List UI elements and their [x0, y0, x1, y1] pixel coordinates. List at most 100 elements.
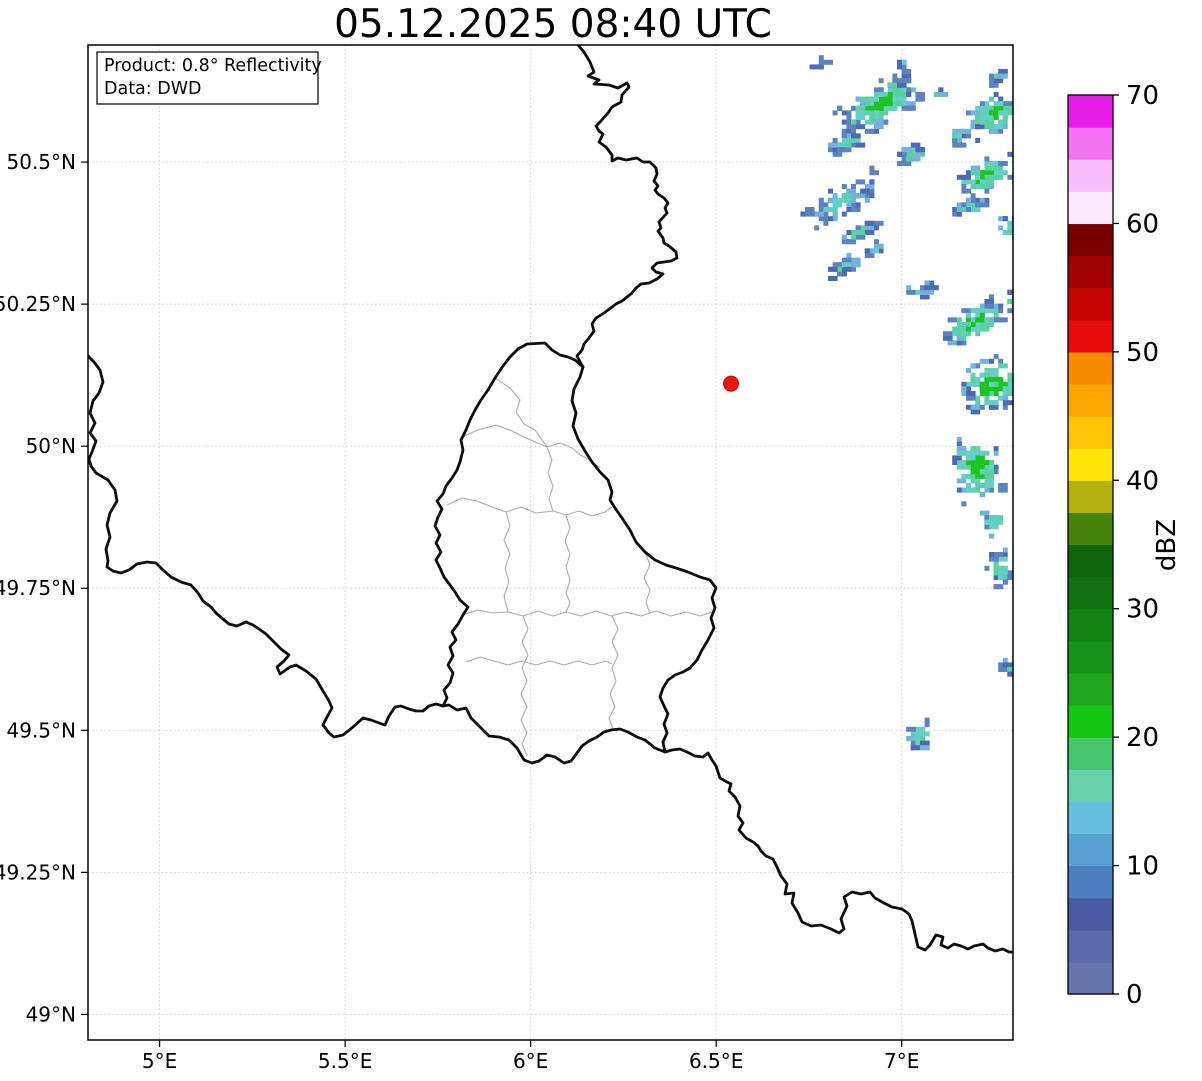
radar-cell	[851, 197, 856, 203]
y-tick-label: 49°N	[26, 1002, 76, 1026]
radar-cell	[846, 128, 852, 134]
radar-cell	[943, 331, 948, 337]
radar-cell	[975, 317, 981, 323]
radar-cell	[970, 478, 976, 484]
colorbar-tick-label: 20	[1126, 723, 1159, 753]
radar-cell	[984, 483, 990, 488]
radar-cell	[1002, 73, 1008, 79]
radar-cell	[846, 188, 852, 194]
radar-cell	[966, 308, 971, 314]
radar-cell	[892, 92, 898, 97]
radar-cell	[1002, 110, 1008, 116]
radar-cell	[989, 170, 994, 176]
radar-cell	[915, 740, 921, 746]
radar-cell	[841, 147, 847, 153]
radar-cell	[993, 110, 999, 116]
radar-cell	[975, 115, 981, 120]
radar-cell	[855, 202, 861, 208]
radar-cell	[956, 437, 962, 442]
radar-cell	[851, 124, 856, 130]
radar-cell	[1002, 547, 1008, 553]
radar-cell	[993, 570, 999, 576]
radar-cell	[846, 253, 852, 258]
radar-cell	[846, 262, 852, 268]
radar-cell	[984, 161, 990, 166]
radar-cell	[966, 487, 971, 493]
radar-cell	[910, 736, 916, 741]
radar-cell	[993, 101, 999, 107]
radar-cell	[975, 404, 981, 410]
radar-cell	[1002, 404, 1008, 410]
radar-cell	[910, 142, 916, 148]
y-tick-label: 50.5°N	[7, 150, 77, 174]
radar-cell	[961, 464, 967, 470]
colorbar-cell	[1068, 608, 1113, 642]
radar-cell	[846, 193, 852, 199]
radar-cell	[874, 170, 879, 176]
radar-cell	[961, 487, 967, 493]
radar-cell	[1002, 556, 1008, 562]
radar-cell	[846, 110, 852, 116]
radar-cell	[828, 147, 833, 153]
radar-cell	[851, 266, 856, 272]
radar-cell	[956, 487, 962, 493]
radar-cell	[943, 92, 948, 97]
radar-cell	[846, 138, 852, 143]
radar-cell	[874, 128, 879, 134]
radar-cell	[892, 96, 898, 102]
radar-cell	[979, 326, 985, 332]
radar-cell	[993, 575, 999, 580]
radar-cell	[984, 464, 990, 470]
radar-cell	[823, 59, 829, 65]
radar-cell	[874, 243, 879, 249]
radar-cell	[966, 133, 971, 139]
radar-cell	[956, 340, 962, 346]
radar-cell	[966, 464, 971, 470]
radar-cell	[846, 257, 852, 263]
radar-cell	[832, 138, 838, 143]
radar-cell	[961, 128, 967, 134]
radar-cell	[901, 92, 907, 97]
radar-cell	[906, 736, 912, 741]
radar-cell	[970, 469, 976, 475]
radar-cell	[984, 358, 990, 364]
radar-cell	[984, 101, 990, 107]
radar-cell	[837, 197, 843, 203]
radar-cell	[851, 138, 856, 143]
radar-cell	[979, 404, 985, 410]
radar-cell	[901, 82, 907, 88]
colorbar-cell	[1068, 672, 1113, 706]
radar-cell	[989, 179, 994, 185]
radar-cell	[989, 303, 994, 309]
radar-cell	[897, 101, 902, 107]
radar-cell	[828, 188, 833, 194]
radar-cell	[984, 460, 990, 465]
radar-cell	[864, 193, 870, 199]
radar-cell	[864, 105, 870, 111]
radar-cell	[910, 87, 916, 93]
radar-cell	[837, 271, 843, 277]
radar-cell	[989, 460, 994, 465]
radar-cell	[828, 197, 833, 203]
radar-cell	[910, 105, 916, 111]
radar-cell	[841, 119, 847, 125]
radar-cell	[970, 197, 976, 203]
radar-cell	[961, 202, 967, 208]
weather-radar-figure: 5°E 5.5°E 6°E 6.5°E 7°E 49°N 49.25°N 49.5°N 49.7…	[0, 0, 1202, 1081]
radar-cell	[841, 138, 847, 143]
radar-cell	[855, 234, 861, 240]
radar-cell	[998, 317, 1004, 323]
radar-cell	[924, 289, 930, 295]
radar-cell	[832, 262, 838, 268]
radar-cell	[970, 450, 976, 456]
radar-cell	[910, 101, 916, 107]
radar-cell	[1007, 308, 1013, 314]
radar-cell	[915, 96, 921, 102]
radar-cell	[869, 193, 875, 199]
radar-cell	[979, 469, 985, 475]
colorbar-tick-label: 30	[1126, 595, 1159, 625]
radar-cell	[966, 197, 971, 203]
radar-cell	[841, 257, 847, 263]
radar-cell	[984, 395, 990, 401]
radar-cell	[979, 460, 985, 465]
